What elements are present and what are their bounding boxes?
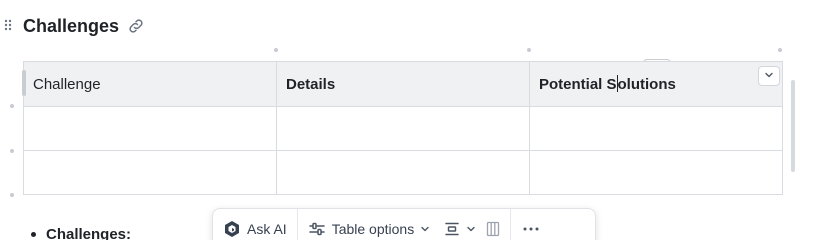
- row-handle-dot[interactable]: [10, 149, 14, 153]
- alignment-button[interactable]: [440, 209, 484, 240]
- column-handle-dot[interactable]: [778, 48, 782, 52]
- link-icon[interactable]: [127, 17, 145, 35]
- ask-ai-label: Ask AI: [247, 221, 287, 237]
- table-cell[interactable]: [276, 150, 530, 195]
- align-icon: [444, 221, 460, 237]
- table-cell[interactable]: [23, 106, 277, 151]
- table-cell[interactable]: [529, 106, 783, 151]
- table-cell[interactable]: [23, 150, 277, 195]
- header-text-after-caret: olutions: [617, 76, 676, 93]
- heading-text: Challenges: [23, 15, 120, 36]
- document-canvas: Challenges Challenge Details Potential S…: [0, 0, 816, 240]
- table-cell[interactable]: [529, 150, 783, 195]
- chevron-down-icon: [466, 224, 476, 234]
- table-row: [23, 150, 783, 195]
- column-handle-dot[interactable]: [527, 48, 531, 52]
- row-resize-handle[interactable]: [22, 70, 26, 96]
- table-header-row: Challenge Details Potential Solutions: [23, 61, 783, 107]
- ai-logo-icon: [223, 220, 241, 238]
- scrollbar[interactable]: [791, 80, 795, 172]
- column-handle-dot[interactable]: [274, 48, 278, 52]
- column-menu-button[interactable]: [758, 66, 780, 86]
- table-options-label: Table options: [331, 221, 415, 237]
- table-cell[interactable]: [276, 106, 530, 151]
- header-text-before-caret: Potential S: [539, 76, 617, 93]
- table-options-button[interactable]: Table options: [298, 209, 441, 240]
- list-item: Challenges:: [31, 226, 131, 240]
- more-icon: [523, 227, 539, 231]
- section-heading: Challenges: [23, 13, 145, 39]
- row-handle-dot[interactable]: [10, 104, 14, 108]
- columns-button[interactable]: [484, 209, 510, 240]
- columns-icon: [486, 221, 500, 237]
- list-item-text: Challenges:: [46, 226, 132, 240]
- header-cell-potential-solutions[interactable]: Potential Solutions: [529, 61, 783, 107]
- chevron-down-icon: [420, 224, 430, 234]
- header-cell-details[interactable]: Details: [276, 61, 530, 107]
- ask-ai-button[interactable]: Ask AI: [213, 209, 297, 240]
- drag-handle-icon[interactable]: [4, 18, 12, 32]
- more-options-button[interactable]: [511, 209, 551, 240]
- row-handle-dot[interactable]: [10, 193, 14, 197]
- bullet-icon: [31, 232, 36, 237]
- table: Challenge Details Potential Solutions: [23, 61, 783, 196]
- table-row: [23, 106, 783, 151]
- chevron-down-icon: [764, 67, 774, 85]
- table-toolbar: Ask AI Table options: [212, 208, 596, 240]
- header-cell-challenge[interactable]: Challenge: [23, 61, 277, 107]
- sliders-icon: [308, 221, 326, 237]
